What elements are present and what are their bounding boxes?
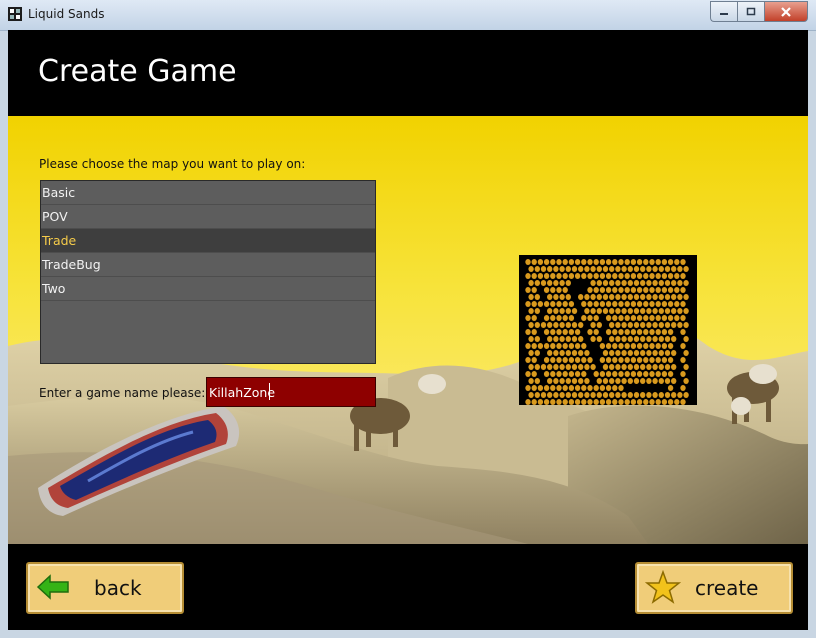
page-title: Create Game [38, 54, 237, 89]
create-button-label: create [695, 576, 759, 600]
close-button[interactable] [764, 1, 808, 22]
minimize-icon [720, 12, 728, 15]
close-icon [781, 6, 791, 17]
header-bar: Create Game [8, 30, 808, 116]
app-icon [8, 7, 22, 21]
back-button-label: back [94, 576, 142, 600]
back-button[interactable]: back [26, 562, 184, 614]
map-list-item[interactable]: TradeBug [41, 253, 375, 277]
create-button[interactable]: create [635, 562, 793, 614]
map-list-item[interactable]: Basic [41, 181, 375, 205]
maximize-icon [746, 7, 756, 15]
text-caret [269, 383, 270, 400]
map-list-item[interactable]: Trade [41, 229, 375, 253]
star-icon [645, 570, 681, 604]
footer-bar: back create [8, 544, 808, 630]
map-prompt-label: Please choose the map you want to play o… [39, 157, 306, 171]
map-preview [519, 255, 697, 405]
game-viewport: Create Game Please choose the map you wa… [8, 30, 808, 630]
minimize-button[interactable] [710, 1, 737, 22]
maximize-button[interactable] [737, 1, 764, 22]
game-name-label: Enter a game name please: [39, 386, 206, 400]
map-list[interactable]: Basic POV Trade TradeBug Two [40, 180, 376, 364]
window-title: Liquid Sands [28, 7, 105, 21]
back-arrow-icon [36, 574, 69, 600]
map-list-item[interactable]: POV [41, 205, 375, 229]
window-controls [710, 1, 808, 22]
desert-scene: Please choose the map you want to play o… [8, 116, 808, 544]
game-name-input[interactable] [206, 377, 376, 407]
map-preview-grid [525, 259, 689, 405]
map-list-item[interactable]: Two [41, 277, 375, 301]
window-titlebar[interactable]: Liquid Sands [0, 0, 816, 31]
